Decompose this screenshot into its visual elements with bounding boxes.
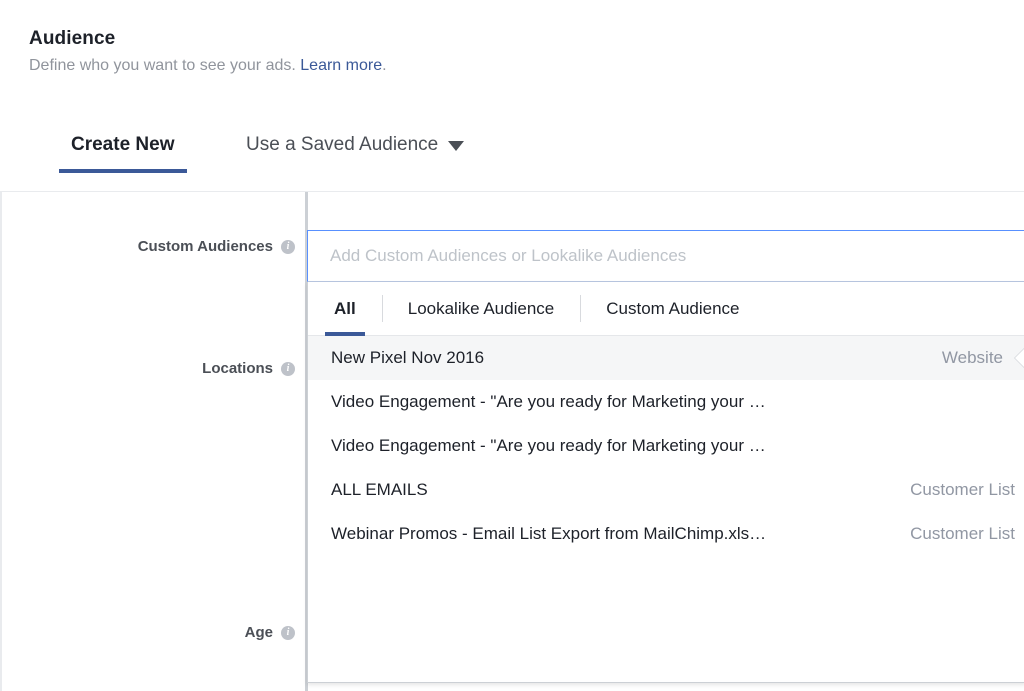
label-custom-audiences-text: Custom Audiences: [137, 238, 273, 255]
subtitle-period: .: [382, 57, 387, 74]
audience-form-body: Custom Audiences i Locations i Age i Add…: [0, 192, 1024, 691]
audience-mode-tabs: Create New Use a Saved Audience: [0, 134, 1024, 192]
page-subtitle: Define who you want to see your ads. Lea…: [29, 57, 387, 75]
label-locations-text: Locations: [202, 360, 273, 377]
audience-suggestions-dropdown: All Lookalike Audience Custom Audience N…: [307, 282, 1024, 683]
label-locations: Locations i: [202, 360, 295, 377]
learn-more-link[interactable]: Learn more: [300, 57, 382, 74]
tooltip-pointer-icon: [1015, 347, 1024, 369]
tab-create-new[interactable]: Create New: [59, 134, 187, 173]
dropdown-tab-custom-audience[interactable]: Custom Audience: [580, 282, 765, 335]
list-item-type: Website: [941, 348, 1003, 367]
label-age-text: Age: [244, 624, 273, 641]
audience-suggestion-list: New Pixel Nov 2016 Website Video Engagem…: [308, 336, 1024, 556]
label-age: Age i: [245, 624, 295, 641]
section-header: Audience Define who you want to see your…: [0, 0, 1024, 192]
page-subtitle-text: Define who you want to see your ads.: [29, 57, 296, 74]
info-icon[interactable]: i: [281, 239, 295, 254]
tab-use-saved-audience-label: Use a Saved Audience: [246, 134, 439, 155]
list-item[interactable]: ALL EMAILS Customer List: [308, 468, 1024, 512]
dropdown-tab-lookalike-audience[interactable]: Lookalike Audience: [381, 282, 581, 335]
list-item[interactable]: Webinar Promos - Email List Export from …: [308, 512, 1024, 556]
dropdown-filter-tabs: All Lookalike Audience Custom Audience: [308, 282, 1024, 336]
custom-audiences-input-placeholder: Add Custom Audiences or Lookalike Audien…: [330, 246, 687, 265]
dropdown-tab-all-label: All: [334, 298, 356, 318]
tab-use-saved-audience[interactable]: Use a Saved Audience: [246, 134, 465, 173]
tab-active-underline: [59, 169, 187, 173]
list-item-type: Customer List: [910, 524, 1015, 543]
list-item-name: Webinar Promos - Email List Export from …: [331, 524, 767, 543]
list-item-name: ALL EMAILS: [331, 480, 428, 499]
audience-settings-screen: Audience Define who you want to see your…: [0, 0, 1024, 691]
info-icon[interactable]: i: [281, 361, 295, 376]
page-title: Audience: [29, 28, 116, 49]
list-item-type: Customer List: [910, 480, 1015, 499]
list-item[interactable]: Video Engagement - "Are you ready for Ma…: [308, 380, 1024, 424]
custom-audiences-combobox[interactable]: Add Custom Audiences or Lookalike Audien…: [307, 230, 1024, 282]
caret-down-icon: [448, 141, 465, 151]
list-item-name: New Pixel Nov 2016: [331, 348, 485, 367]
list-item[interactable]: Video Engagement - "Are you ready for Ma…: [308, 424, 1024, 468]
list-item[interactable]: New Pixel Nov 2016 Website: [308, 336, 1024, 380]
list-item-name: Video Engagement - "Are you ready for Ma…: [331, 436, 766, 455]
dropdown-tab-custom-audience-label: Custom Audience: [606, 298, 740, 318]
dropdown-tab-lookalike-audience-label: Lookalike Audience: [407, 298, 555, 318]
label-custom-audiences: Custom Audiences i: [138, 238, 295, 255]
tab-create-new-label: Create New: [71, 134, 175, 155]
list-item-name: Video Engagement - "Are you ready for Ma…: [331, 392, 766, 411]
dropdown-tab-all[interactable]: All: [308, 282, 382, 336]
custom-audiences-input[interactable]: Add Custom Audiences or Lookalike Audien…: [307, 230, 1024, 282]
info-icon[interactable]: i: [281, 625, 295, 640]
